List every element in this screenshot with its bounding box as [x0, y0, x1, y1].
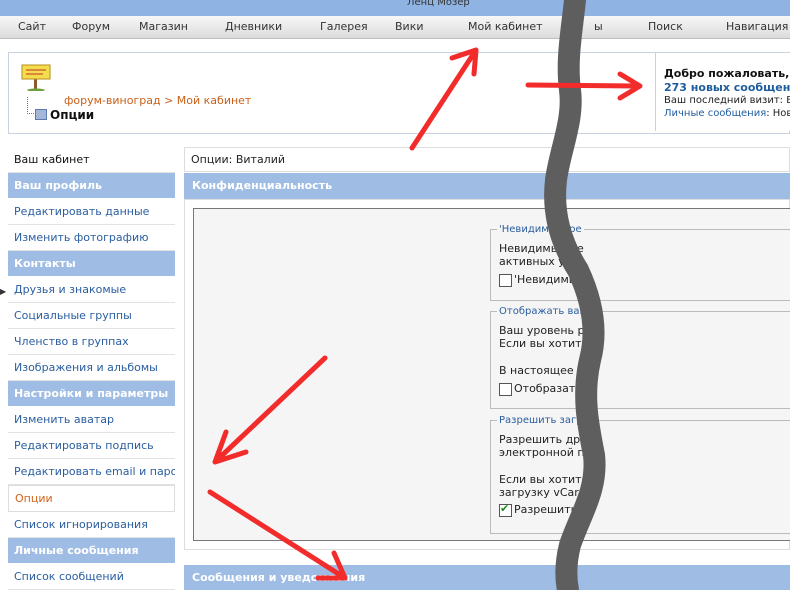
arrow-to-welcome [525, 71, 643, 101]
annotation-overlay [207, 0, 643, 590]
gray-scribble-line [544, 0, 606, 590]
arrow-to-messages-section [207, 489, 348, 581]
arrow-to-my-cabinet [409, 47, 479, 151]
arrow-to-options-item [212, 355, 328, 465]
